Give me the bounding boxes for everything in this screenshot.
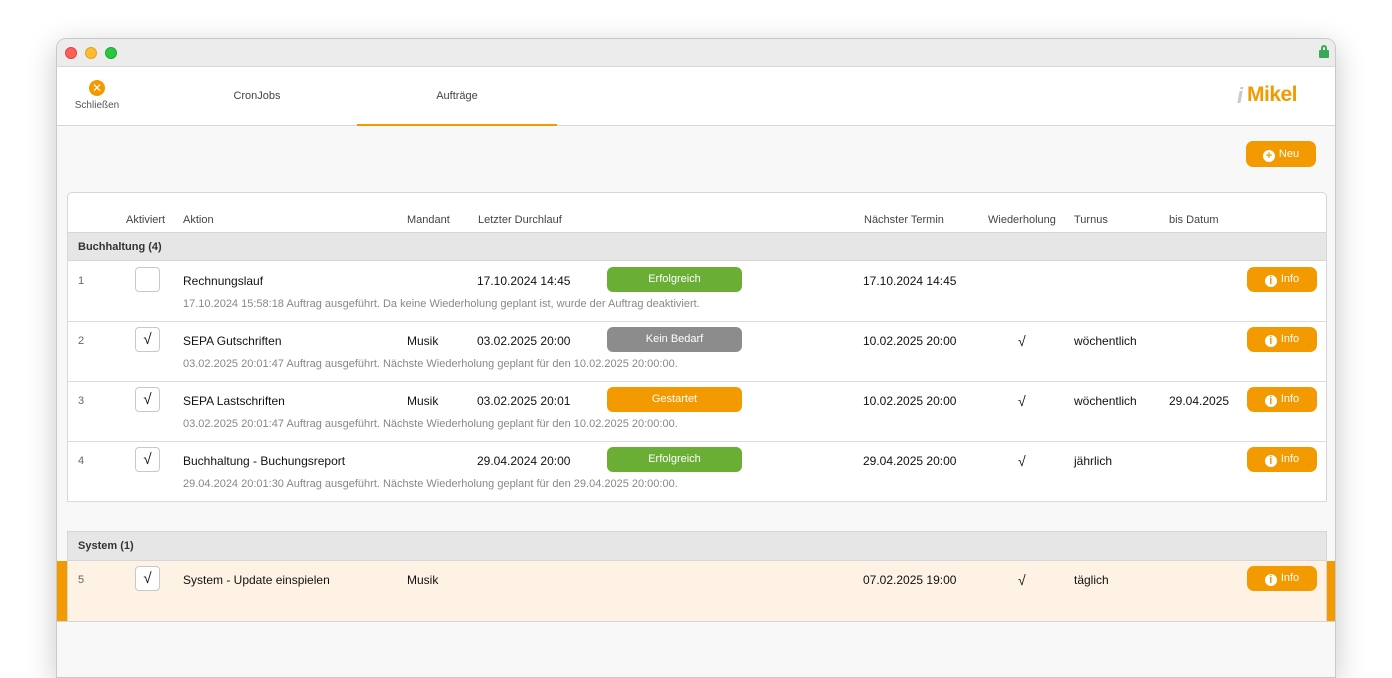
selection-indicator-left bbox=[57, 561, 67, 621]
col-letzter-durchlauf[interactable]: Letzter Durchlauf bbox=[478, 214, 562, 226]
info-circle-icon: i bbox=[1264, 395, 1277, 407]
row-next-run: 07.02.2025 19:00 bbox=[863, 573, 957, 587]
table-row[interactable]: 5 √ System - Update einspielen Musik 07.… bbox=[68, 561, 1326, 621]
info-button[interactable]: i Info bbox=[1247, 387, 1317, 412]
active-checkbox[interactable]: √ bbox=[135, 447, 160, 472]
row-index: 5 bbox=[78, 574, 85, 586]
group-header-system[interactable]: System (1) bbox=[68, 532, 1326, 561]
col-mandant[interactable]: Mandant bbox=[407, 214, 450, 226]
table-row[interactable]: 3 √ SEPA Lastschriften Musik 03.02.2025 … bbox=[68, 382, 1326, 442]
row-message: 17.10.2024 15:58:18 Auftrag ausgeführt. … bbox=[183, 298, 700, 310]
row-index: 1 bbox=[78, 275, 85, 287]
jobs-table-system: System (1) 5 √ System - Update einspiele… bbox=[67, 531, 1327, 621]
row-action: System - Update einspielen bbox=[183, 573, 330, 587]
window-minimize-button[interactable] bbox=[85, 47, 97, 59]
table-row[interactable]: 4 √ Buchhaltung - Buchungsreport 29.04.2… bbox=[68, 442, 1326, 502]
row-index: 2 bbox=[78, 335, 85, 347]
info-circle-icon: i bbox=[1264, 574, 1277, 586]
app-window: ✕ Schließen CronJobs Aufträge i Mikel + N… bbox=[56, 38, 1336, 678]
table-row[interactable]: 2 √ SEPA Gutschriften Musik 03.02.2025 2… bbox=[68, 322, 1326, 382]
info-circle-icon: i bbox=[1264, 455, 1277, 467]
col-naechster-termin[interactable]: Nächster Termin bbox=[864, 214, 944, 226]
info-circle-icon: i bbox=[1264, 335, 1277, 347]
active-checkbox[interactable] bbox=[135, 267, 160, 292]
table-header: Aktiviert Aktion Mandant Letzter Durchla… bbox=[68, 193, 1326, 233]
divider bbox=[57, 621, 1335, 622]
row-last-run: 17.10.2024 14:45 bbox=[477, 274, 571, 288]
table-row[interactable]: 1 Rechnungslauf 17.10.2024 14:45 Erfolgr… bbox=[68, 262, 1326, 322]
row-action: Buchhaltung - Buchungsreport bbox=[183, 454, 346, 468]
row-until: 29.04.2025 bbox=[1169, 394, 1230, 408]
row-repeat: √ bbox=[1018, 572, 1026, 588]
title-bar bbox=[57, 39, 1335, 67]
row-last-run: 03.02.2025 20:01 bbox=[477, 394, 571, 408]
col-aktion[interactable]: Aktion bbox=[183, 214, 214, 226]
window-zoom-button[interactable] bbox=[105, 47, 117, 59]
neu-label: Neu bbox=[1278, 148, 1300, 160]
plus-circle-icon: + bbox=[1262, 150, 1275, 162]
row-mandant: Musik bbox=[407, 573, 439, 587]
info-button[interactable]: i Info bbox=[1247, 267, 1317, 292]
row-turnus: jährlich bbox=[1074, 454, 1113, 468]
col-turnus[interactable]: Turnus bbox=[1074, 214, 1108, 226]
tab-auftraege[interactable]: Aufträge bbox=[357, 67, 557, 126]
selection-indicator-right bbox=[1327, 561, 1335, 621]
row-repeat: √ bbox=[1018, 333, 1026, 349]
active-checkbox[interactable]: √ bbox=[135, 327, 160, 352]
row-repeat: √ bbox=[1018, 393, 1026, 409]
window-close-button[interactable] bbox=[65, 47, 77, 59]
info-button[interactable]: i Info bbox=[1247, 327, 1317, 352]
row-next-run: 29.04.2025 20:00 bbox=[863, 454, 957, 468]
col-aktiviert[interactable]: Aktiviert bbox=[126, 214, 165, 226]
status-badge: Erfolgreich bbox=[607, 267, 742, 292]
row-message: 29.04.2024 20:01:30 Auftrag ausgeführt. … bbox=[183, 478, 678, 490]
row-action: SEPA Gutschriften bbox=[183, 334, 282, 348]
row-turnus: wöchentlich bbox=[1074, 334, 1137, 348]
row-next-run: 10.02.2025 20:00 bbox=[863, 334, 957, 348]
info-button[interactable]: i Info bbox=[1247, 447, 1317, 472]
row-action: SEPA Lastschriften bbox=[183, 394, 285, 408]
status-badge: Kein Bedarf bbox=[607, 327, 742, 352]
active-checkbox[interactable]: √ bbox=[135, 387, 160, 412]
close-icon: ✕ bbox=[89, 80, 105, 96]
row-turnus: täglich bbox=[1074, 573, 1109, 587]
close-button[interactable]: ✕ Schließen bbox=[71, 79, 123, 119]
row-message: 03.02.2025 20:01:47 Auftrag ausgeführt. … bbox=[183, 358, 678, 370]
row-mandant: Musik bbox=[407, 394, 439, 408]
tab-cronjobs[interactable]: CronJobs bbox=[157, 67, 357, 126]
neu-button[interactable]: + Neu bbox=[1246, 141, 1316, 167]
row-mandant: Musik bbox=[407, 334, 439, 348]
row-turnus: wöchentlich bbox=[1074, 394, 1137, 408]
status-badge: Erfolgreich bbox=[607, 447, 742, 472]
jobs-table: Aktiviert Aktion Mandant Letzter Durchla… bbox=[67, 192, 1327, 502]
row-next-run: 10.02.2025 20:00 bbox=[863, 394, 957, 408]
col-wiederholung[interactable]: Wiederholung bbox=[988, 214, 1056, 226]
row-next-run: 17.10.2024 14:45 bbox=[863, 274, 957, 288]
row-last-run: 29.04.2024 20:00 bbox=[477, 454, 571, 468]
row-last-run: 03.02.2025 20:00 bbox=[477, 334, 571, 348]
row-repeat: √ bbox=[1018, 453, 1026, 469]
active-checkbox[interactable]: √ bbox=[135, 566, 160, 591]
info-button[interactable]: i Info bbox=[1247, 566, 1317, 591]
row-index: 3 bbox=[78, 395, 85, 407]
close-label: Schließen bbox=[74, 100, 120, 111]
row-action: Rechnungslauf bbox=[183, 274, 264, 288]
toolbar: ✕ Schließen CronJobs Aufträge i Mikel bbox=[57, 67, 1335, 126]
info-circle-icon: i bbox=[1264, 275, 1277, 287]
status-badge: Gestartet bbox=[607, 387, 742, 412]
col-bis-datum[interactable]: bis Datum bbox=[1169, 214, 1219, 226]
row-index: 4 bbox=[78, 455, 85, 467]
imikel-logo: i Mikel bbox=[1237, 83, 1298, 108]
lock-icon bbox=[1319, 45, 1329, 58]
row-message: 03.02.2025 20:01:47 Auftrag ausgeführt. … bbox=[183, 418, 678, 430]
group-header-buchhaltung[interactable]: Buchhaltung (4) bbox=[68, 232, 1326, 261]
